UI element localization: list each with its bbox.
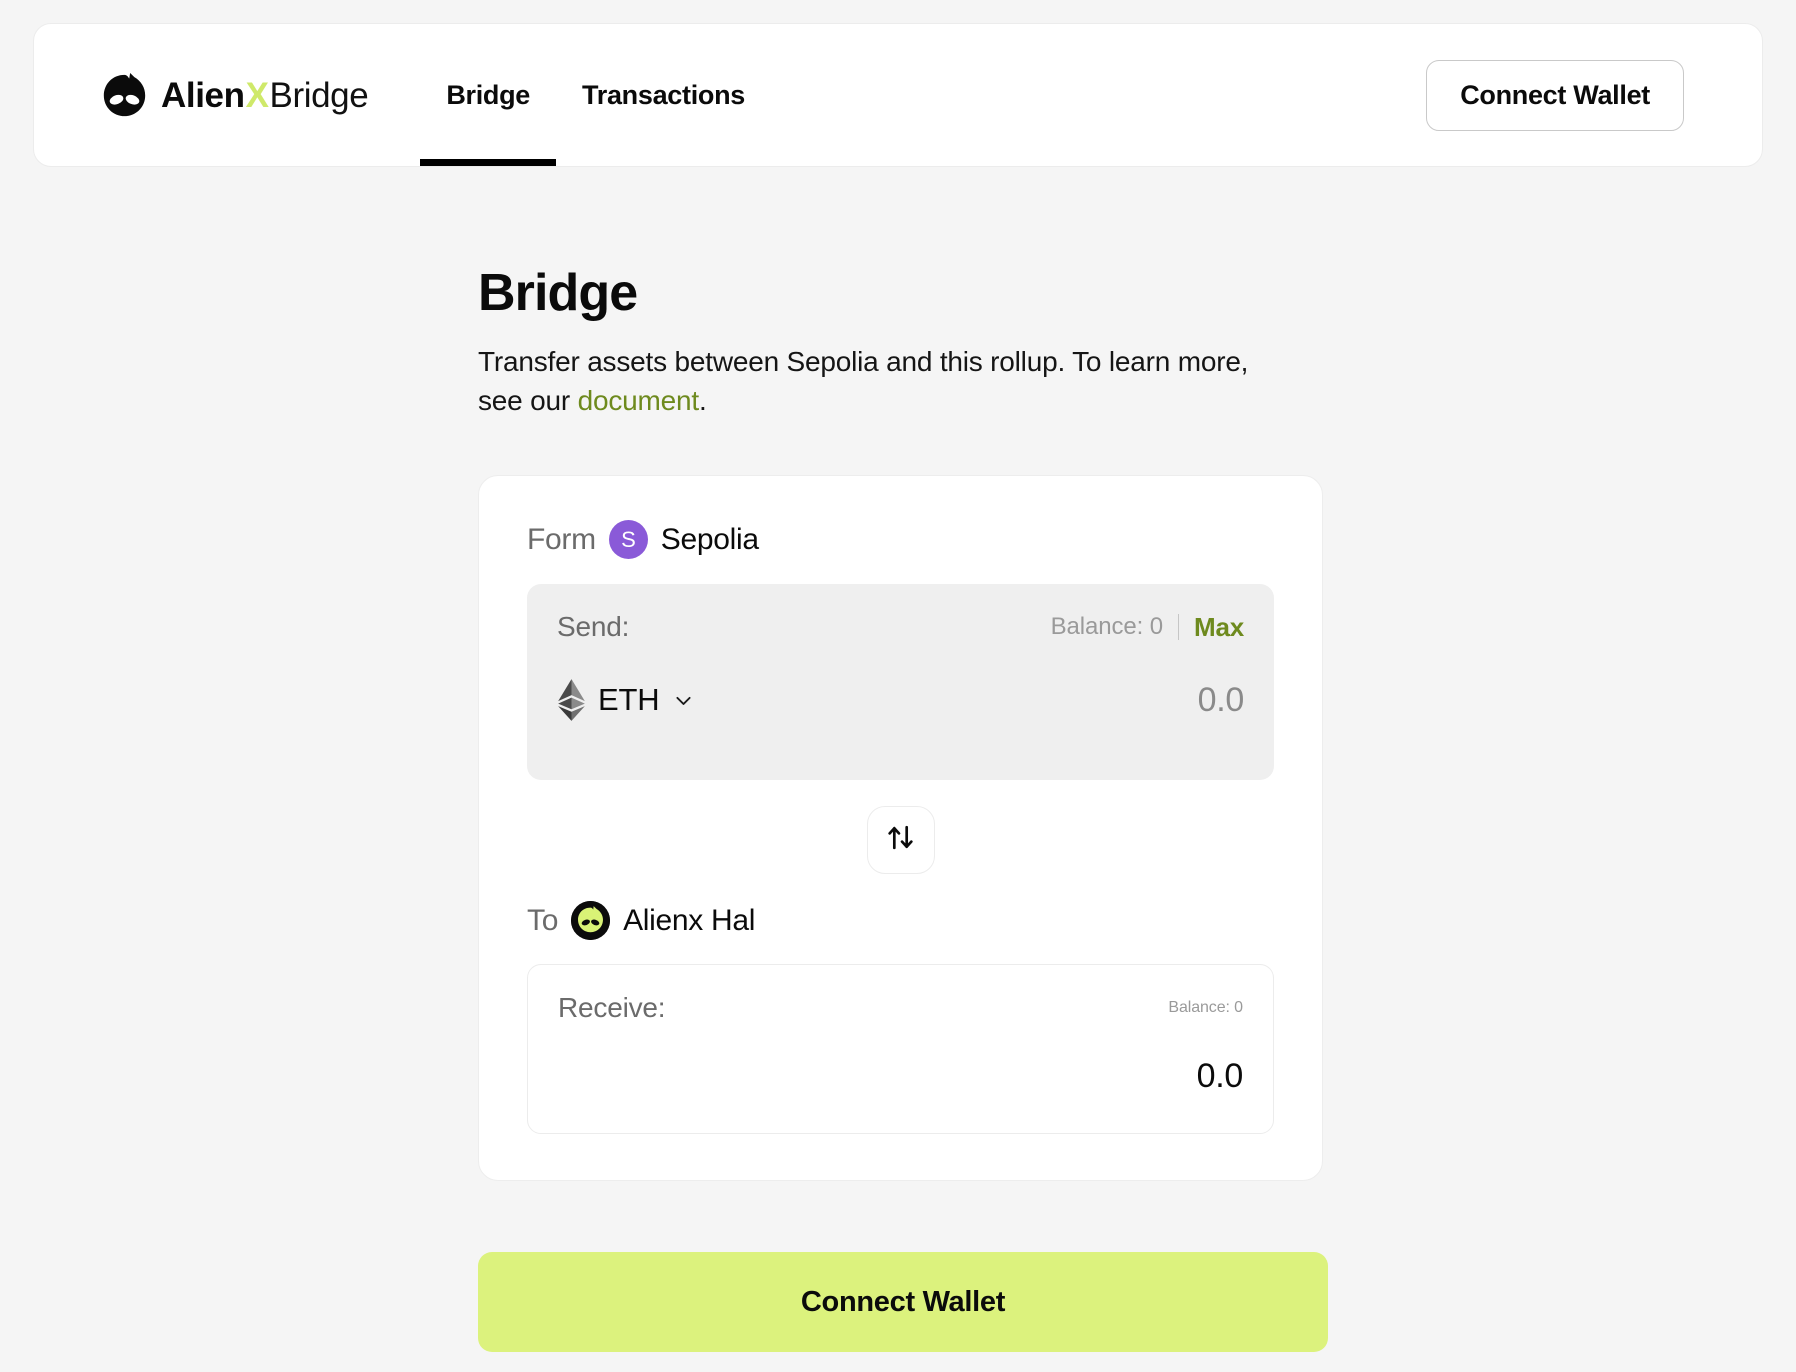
swap-direction-button[interactable] bbox=[867, 806, 935, 874]
swap-vertical-icon bbox=[884, 821, 917, 859]
brand-bridge-text: Bridge bbox=[270, 78, 369, 113]
chevron-down-icon bbox=[673, 690, 694, 711]
from-label: Form bbox=[527, 523, 596, 557]
sepolia-icon: S bbox=[609, 520, 648, 559]
bridge-card: Form S Sepolia Send: Balance: 0 Max bbox=[478, 475, 1323, 1181]
receive-box-header: Receive: Balance: 0 bbox=[558, 992, 1243, 1024]
send-amount-input[interactable]: 0.0 bbox=[1198, 681, 1244, 720]
send-token-row: ETH 0.0 bbox=[557, 679, 1244, 721]
to-chain-name: Alienx Hal bbox=[623, 904, 755, 938]
tab-transactions[interactable]: Transactions bbox=[556, 24, 771, 166]
page-description: Transfer assets between Sepolia and this… bbox=[478, 343, 1278, 420]
send-balance-group: Balance: 0 Max bbox=[1051, 612, 1244, 643]
brand-wordmark: AlienXBridge bbox=[161, 78, 368, 113]
tab-transactions-label: Transactions bbox=[582, 80, 745, 111]
main-nav: Bridge Transactions bbox=[420, 24, 771, 166]
max-button[interactable]: Max bbox=[1194, 612, 1244, 643]
from-chain-row: Form S Sepolia bbox=[527, 520, 1274, 559]
receive-label: Receive: bbox=[558, 992, 665, 1024]
alien-head-icon bbox=[101, 72, 148, 119]
tab-bridge-label: Bridge bbox=[446, 80, 530, 111]
to-label: To bbox=[527, 904, 558, 938]
brand-logo[interactable]: AlienXBridge bbox=[101, 72, 368, 119]
page-title: Bridge bbox=[478, 265, 1328, 322]
send-box-header: Send: Balance: 0 Max bbox=[557, 611, 1244, 643]
receive-box: Receive: Balance: 0 0.0 bbox=[527, 964, 1274, 1134]
send-label: Send: bbox=[557, 611, 629, 643]
token-symbol: ETH bbox=[598, 682, 659, 718]
from-chain-name: Sepolia bbox=[661, 523, 759, 557]
app-header: AlienXBridge Bridge Transactions Connect… bbox=[33, 23, 1763, 167]
brand-x-text: X bbox=[245, 78, 270, 113]
receive-amount-row: 0.0 bbox=[558, 1057, 1243, 1096]
alienx-head-icon bbox=[571, 901, 610, 940]
document-link[interactable]: document bbox=[578, 385, 699, 416]
tab-bridge[interactable]: Bridge bbox=[420, 24, 556, 166]
balance-divider bbox=[1178, 614, 1179, 640]
token-select-eth[interactable]: ETH bbox=[557, 679, 694, 721]
ethereum-icon bbox=[557, 679, 586, 721]
header-connect-wallet-button[interactable]: Connect Wallet bbox=[1426, 60, 1684, 131]
swap-button-wrap bbox=[527, 806, 1274, 874]
page-description-text-after: . bbox=[699, 385, 707, 416]
connect-wallet-cta-button[interactable]: Connect Wallet bbox=[478, 1252, 1328, 1352]
send-balance: Balance: 0 bbox=[1051, 613, 1163, 641]
to-chain-row: To Alienx Hal bbox=[527, 901, 1274, 940]
receive-amount-value: 0.0 bbox=[1197, 1057, 1243, 1096]
main-content: Bridge Transfer assets between Sepolia a… bbox=[478, 265, 1328, 1181]
receive-balance: Balance: 0 bbox=[1168, 999, 1243, 1017]
send-box: Send: Balance: 0 Max bbox=[527, 584, 1274, 780]
brand-alien-text: Alien bbox=[161, 78, 245, 113]
